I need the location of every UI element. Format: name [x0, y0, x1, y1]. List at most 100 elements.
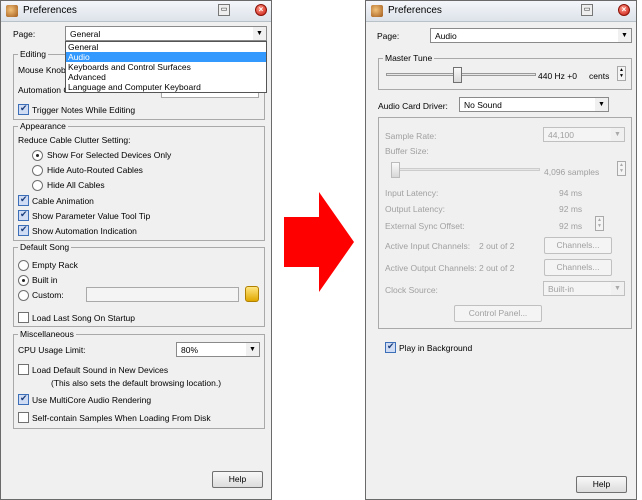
multicore-label: Use MultiCore Audio Rendering [32, 395, 152, 405]
page-option-advanced[interactable]: Advanced [66, 72, 266, 82]
hide-all-label: Hide All Cables [47, 180, 105, 190]
buffer-size-stepper[interactable]: ▲ ▼ [617, 161, 626, 176]
card-driver-select[interactable]: No Sound ▼ [459, 97, 609, 112]
trigger-notes-label: Trigger Notes While Editing [32, 105, 136, 115]
custom-radio[interactable] [18, 290, 29, 301]
help-button[interactable]: Help [576, 476, 627, 493]
trigger-notes-checkbox[interactable] [18, 103, 29, 115]
active-input-value: 2 out of 2 [479, 241, 515, 251]
load-last-song-label: Load Last Song On Startup [32, 313, 136, 323]
cpu-limit-value: 80% [181, 345, 199, 355]
ext-sync-label: External Sync Offset: [385, 221, 465, 231]
hide-auto-label: Hide Auto-Routed Cables [47, 165, 143, 175]
control-panel-button[interactable]: Control Panel... [454, 305, 542, 322]
title-bar[interactable]: Preferences ▭ × [1, 1, 271, 22]
input-latency-value: 94 ms [559, 188, 583, 198]
clock-source-select[interactable]: Built-in ▼ [543, 281, 625, 296]
show-selected-label: Show For Selected Devices Only [47, 150, 172, 160]
custom-song-path-field[interactable] [86, 287, 239, 302]
sample-rate-value: 44,100 [548, 130, 574, 140]
chevron-down-icon: ▼ [246, 343, 259, 356]
page-select-value: General [70, 29, 101, 39]
chevron-down-icon: ▼ [253, 27, 266, 40]
mouse-knob-label: Mouse Knob [18, 65, 66, 75]
sample-rate-label: Sample Rate: [385, 131, 437, 141]
empty-rack-label: Empty Rack [32, 260, 78, 270]
buffer-size-slider-track[interactable] [392, 168, 540, 171]
automation-indication-label: Show Automation Indication [32, 226, 137, 236]
param-tooltip-checkbox[interactable] [18, 209, 29, 221]
page-label: Page: [377, 31, 400, 41]
restore-icon[interactable]: ▭ [218, 4, 230, 16]
cpu-limit-select[interactable]: 80% ▼ [176, 342, 260, 357]
load-default-sound-note: (This also sets the default browsing loc… [51, 378, 222, 388]
buffer-size-label: Buffer Size: [385, 146, 429, 156]
chevron-down-icon: ▼ [595, 98, 608, 111]
card-driver-label: Audio Card Driver: [378, 101, 448, 111]
page-label: Page: [13, 29, 36, 39]
red-arrow-icon [284, 192, 354, 292]
self-contain-label: Self-contain Samples When Loading From D… [32, 413, 211, 423]
buffer-size-value: 4,096 samples [544, 167, 600, 177]
window-title: Preferences [388, 5, 442, 16]
automation-indication-checkbox[interactable] [18, 224, 29, 236]
title-bar[interactable]: Preferences ▭ × [366, 1, 636, 22]
hide-all-radio[interactable] [32, 180, 43, 191]
automation-label: Automation C [18, 85, 70, 95]
page-select[interactable]: Audio ▼ [430, 28, 632, 43]
master-tune-stepper[interactable]: ▲ ▼ [617, 66, 626, 81]
self-contain-checkbox[interactable] [18, 412, 29, 423]
input-channels-button[interactable]: Channels... [544, 237, 612, 254]
buffer-size-slider-thumb[interactable] [391, 162, 400, 178]
output-latency-label: Output Latency: [385, 204, 446, 214]
close-icon[interactable]: × [618, 4, 630, 16]
app-icon [6, 5, 18, 17]
sample-rate-select[interactable]: 44,100 ▼ [543, 127, 625, 142]
card-driver-value: No Sound [464, 100, 502, 110]
page-option-keyboards[interactable]: Keyboards and Control Surfaces [66, 62, 266, 72]
restore-icon[interactable]: ▭ [581, 4, 593, 16]
custom-label: Custom: [32, 290, 64, 300]
cpu-limit-label: CPU Usage Limit: [18, 345, 86, 355]
active-input-label: Active Input Channels: [385, 241, 471, 251]
preferences-window-general: Preferences ▭ × Page: General ▼ Editing … [0, 0, 272, 500]
page-option-audio[interactable]: Audio [66, 52, 266, 62]
master-tune-unit: cents [589, 71, 610, 81]
close-icon[interactable]: × [255, 4, 267, 16]
load-last-song-checkbox[interactable] [18, 312, 29, 323]
master-tune-slider-thumb[interactable] [453, 67, 462, 83]
app-icon [371, 5, 383, 17]
hide-auto-radio[interactable] [32, 165, 43, 176]
page-option-general[interactable]: General [66, 42, 266, 52]
cable-animation-label: Cable Animation [32, 196, 94, 206]
built-in-radio[interactable] [18, 275, 29, 286]
empty-rack-radio[interactable] [18, 260, 29, 271]
editing-title: Editing [18, 49, 48, 59]
multicore-checkbox[interactable] [18, 393, 29, 405]
master-tune-title: Master Tune [383, 53, 435, 63]
ext-sync-stepper[interactable]: ▲ ▼ [595, 216, 604, 231]
default-song-title: Default Song [18, 242, 72, 252]
active-output-label: Active Output Channels: [385, 263, 477, 273]
load-default-sound-checkbox[interactable] [18, 364, 29, 375]
page-select[interactable]: General ▼ [65, 26, 267, 41]
page-option-language[interactable]: Language and Computer Keyboard [66, 82, 266, 92]
output-channels-button[interactable]: Channels... [544, 259, 612, 276]
output-latency-value: 92 ms [559, 204, 583, 214]
help-button[interactable]: Help [212, 471, 263, 488]
input-latency-label: Input Latency: [385, 188, 439, 198]
load-default-sound-label: Load Default Sound in New Devices [32, 365, 169, 375]
ext-sync-value: 92 ms [559, 221, 583, 231]
play-in-background-checkbox[interactable] [385, 341, 396, 353]
cable-animation-checkbox[interactable] [18, 194, 29, 206]
show-selected-radio[interactable] [32, 150, 43, 161]
misc-title: Miscellaneous [18, 329, 76, 339]
clock-source-value: Built-in [548, 284, 574, 294]
master-tune-value: 440 Hz +0 [538, 71, 577, 81]
active-output-value: 2 out of 2 [479, 263, 515, 273]
folder-icon[interactable] [245, 286, 259, 302]
page-dropdown-list: General Audio Keyboards and Control Surf… [65, 41, 267, 93]
page-select-value: Audio [435, 31, 457, 41]
chevron-down-icon: ▼ [611, 282, 624, 295]
param-tooltip-label: Show Parameter Value Tool Tip [32, 211, 151, 221]
